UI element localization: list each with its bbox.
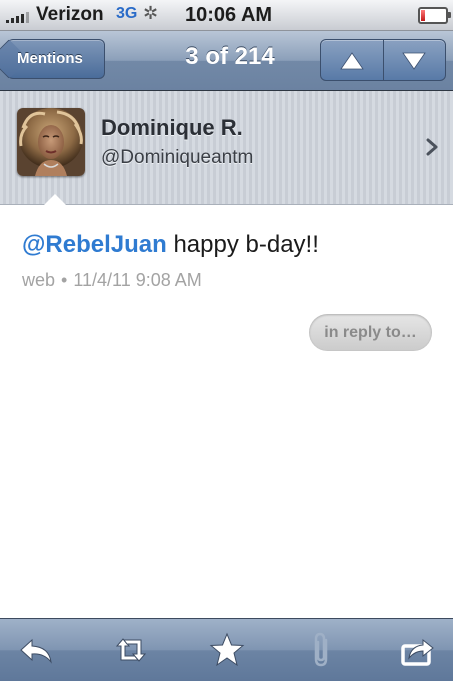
carrier-name: Verizon — [36, 4, 104, 25]
avatar[interactable] — [17, 108, 85, 176]
share-button[interactable] — [387, 619, 447, 681]
attachment-button[interactable] — [293, 619, 353, 681]
mention-link[interactable]: @RebelJuan — [22, 231, 167, 258]
battery-icon — [418, 7, 451, 24]
share-icon — [401, 638, 434, 666]
meta-separator: • — [61, 270, 68, 290]
favorite-star-icon — [209, 632, 245, 667]
arrow-up-icon — [340, 52, 364, 70]
tweet-source: web — [22, 270, 56, 290]
bottom-toolbar — [0, 618, 453, 681]
tweet-meta: web • 11/4/11 9:08 AM — [22, 270, 208, 291]
back-button-label: Mentions — [17, 50, 83, 67]
signal-strength-icon — [6, 9, 32, 23]
previous-tweet-button[interactable] — [321, 40, 384, 80]
screen-name: @Dominiqueantm — [101, 147, 254, 168]
reply-button[interactable] — [6, 619, 66, 681]
avatar-photo — [17, 108, 85, 176]
next-tweet-button[interactable] — [383, 40, 445, 80]
reply-icon — [20, 638, 52, 664]
navigation-bar: Mentions 3 of 214 — [0, 31, 453, 91]
status-bar: Verizon 3G ✲ 10:06 AM — [0, 0, 453, 31]
page-title: 3 of 214 — [185, 43, 275, 70]
back-button-mentions[interactable]: Mentions — [7, 39, 105, 79]
battery-level — [421, 10, 425, 21]
tweet-pager — [320, 39, 446, 81]
favorite-button[interactable] — [197, 619, 257, 681]
retweet-icon — [115, 638, 147, 662]
retweet-button[interactable] — [101, 619, 161, 681]
status-time: 10:06 AM — [185, 4, 273, 26]
network-activity-icon: ✲ — [143, 3, 159, 23]
chevron-right-icon — [426, 138, 438, 156]
arrow-down-icon — [402, 52, 426, 70]
tweet-message: happy b-day!! — [173, 231, 319, 258]
tweet-timestamp: 11/4/11 9:08 AM — [73, 270, 202, 290]
display-name: Dominique R. — [101, 115, 243, 140]
tweet-text: @RebelJuan happy b-day!! — [22, 230, 432, 260]
attachment-paperclip-icon — [314, 632, 328, 667]
network-type: 3G — [116, 5, 138, 22]
profile-header[interactable]: Dominique R. @Dominiqueantm — [0, 91, 453, 205]
in-reply-to-button[interactable]: in reply to… — [309, 314, 432, 351]
